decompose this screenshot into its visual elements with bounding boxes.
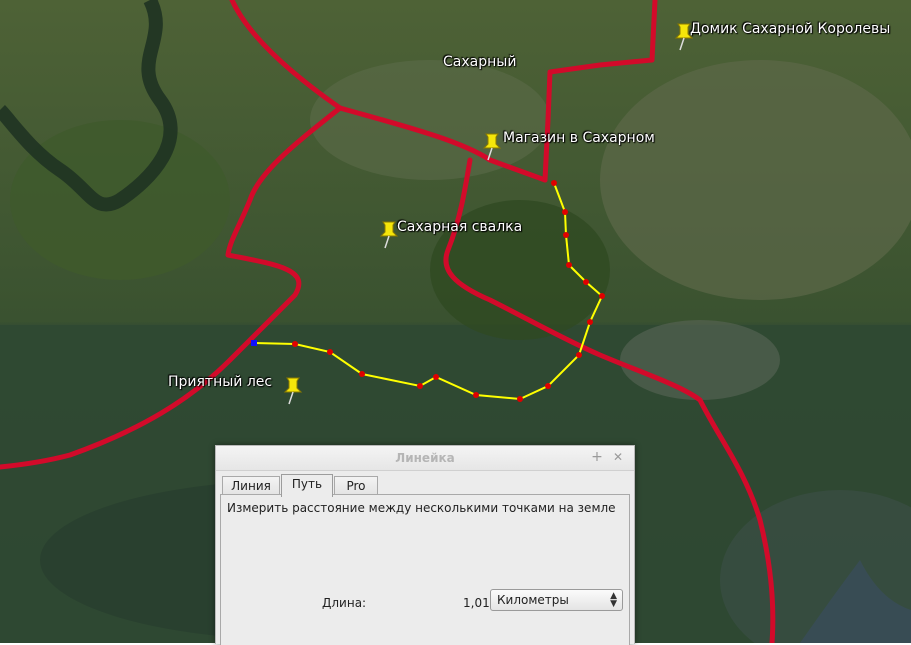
tab-line[interactable]: Линия xyxy=(222,476,280,496)
updown-arrows-icon: ▲ ▼ xyxy=(610,591,617,609)
dialog-title: Линейка xyxy=(395,451,455,465)
length-label: Длина: xyxy=(322,596,367,610)
maximize-icon[interactable]: + xyxy=(589,449,605,465)
tab-pro[interactable]: Pro xyxy=(334,476,378,496)
length-value: 1,01 xyxy=(463,596,490,610)
units-select[interactable]: Километры ▲ ▼ xyxy=(490,589,623,611)
tab-panel: Измерить расстояние между несколькими то… xyxy=(220,494,630,645)
place-label-sakharny: Сахарный xyxy=(443,54,517,70)
placemark-label-magazin[interactable]: Магазин в Сахарном xyxy=(503,130,655,146)
pushpin-icon[interactable] xyxy=(482,132,504,162)
ruler-dialog: Линейка + ✕ Линия Путь Pro Измерить расс… xyxy=(215,445,635,645)
units-selected-value: Километры xyxy=(497,593,569,607)
placemark-label-les[interactable]: Приятный лес xyxy=(168,374,272,390)
placemark-label-domik[interactable]: Домик Сахарной Королевы xyxy=(690,21,890,37)
placemark-label-svalka[interactable]: Сахарная свалка xyxy=(397,219,522,235)
pushpin-icon[interactable] xyxy=(283,376,305,406)
path-start-point xyxy=(251,340,257,346)
tab-path[interactable]: Путь xyxy=(281,474,333,497)
tab-description: Измерить расстояние между несколькими то… xyxy=(227,501,616,515)
close-icon[interactable]: ✕ xyxy=(610,449,626,465)
dialog-titlebar[interactable]: Линейка + ✕ xyxy=(216,446,634,471)
